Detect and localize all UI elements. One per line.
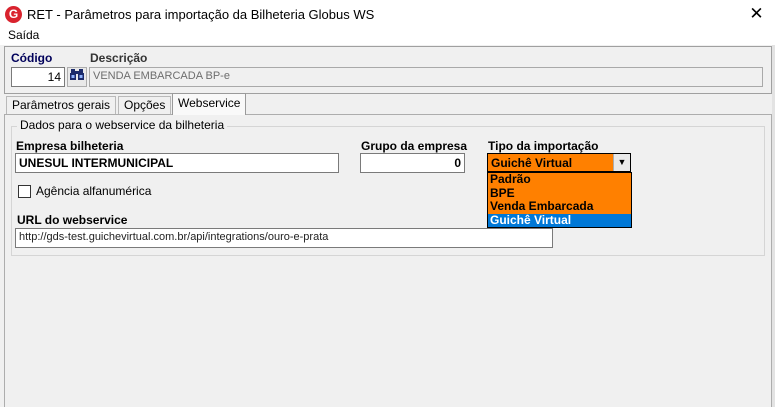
tipo-dropdown-list: Padrão BPE Venda Embarcada Guichê Virtua… — [487, 172, 632, 228]
grupo-label: Grupo da empresa — [361, 139, 468, 153]
tab-opcoes[interactable]: Opções — [118, 96, 172, 114]
group-title: Dados para o webservice da bilheteria — [17, 118, 228, 132]
grupo-field[interactable]: 0 — [360, 153, 465, 173]
dropdown-option-bpe[interactable]: BPE — [488, 186, 631, 201]
menu-bar — [0, 28, 775, 45]
tipo-importacao-select[interactable]: Guichê Virtual — [487, 153, 631, 172]
tab-webservice[interactable]: Webservice — [172, 93, 247, 115]
url-field[interactable]: http://gds-test.guichevirtual.com.br/api… — [15, 228, 553, 248]
code-label: Código — [11, 51, 53, 65]
window-title: RET - Parâmetros para importação da Bilh… — [27, 7, 375, 22]
tipo-label: Tipo da importação — [488, 139, 599, 153]
agencia-label: Agência alfanumérica — [36, 184, 152, 198]
dropdown-option-venda-embarcada[interactable]: Venda Embarcada — [488, 200, 631, 214]
agencia-checkbox[interactable] — [18, 185, 31, 198]
close-icon[interactable]: ✕ — [738, 0, 775, 28]
tab-parametros-gerais[interactable]: Parâmetros gerais — [6, 96, 117, 114]
app-logo-icon: G — [5, 6, 22, 23]
menu-item-saida[interactable]: Saída — [8, 28, 39, 42]
empresa-field[interactable]: UNESUL INTERMUNICIPAL — [15, 153, 339, 173]
dropdown-arrow-icon[interactable]: ▼ — [613, 154, 630, 171]
dropdown-option-padrao[interactable]: Padrão — [488, 173, 631, 187]
description-field: VENDA EMBARCADA BP-e — [89, 67, 763, 87]
code-input[interactable]: 14 — [11, 67, 65, 87]
url-label: URL do webservice — [17, 213, 128, 227]
binoculars-icon[interactable] — [67, 67, 87, 87]
description-label: Descrição — [90, 51, 148, 65]
dropdown-option-guiche-virtual[interactable]: Guichê Virtual — [488, 213, 631, 227]
empresa-label: Empresa bilheteria — [16, 139, 124, 153]
